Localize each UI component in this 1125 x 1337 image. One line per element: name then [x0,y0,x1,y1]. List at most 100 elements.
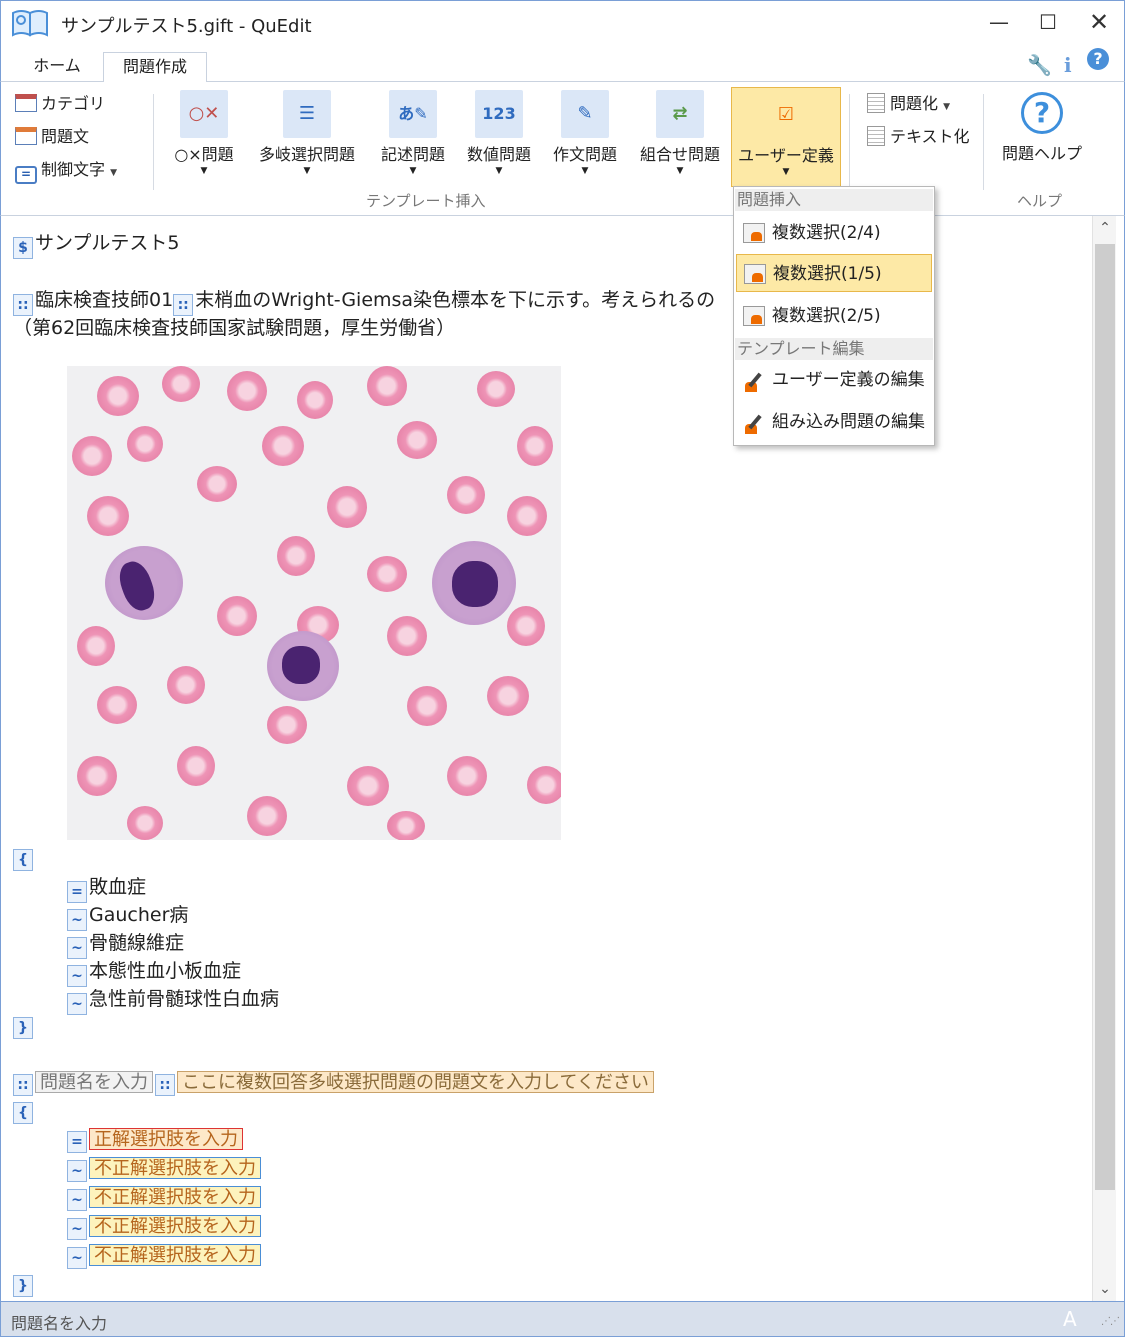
title-bar: サンプルテスト5.gift - QuEdit — ☐ ✕ [0,0,1125,44]
minimize-button[interactable]: — [979,7,1019,37]
menu-item-edit-user-defined[interactable]: ユーザー定義の編集 [736,361,932,399]
ribbon-separator [983,94,984,190]
question1-source: （第62回臨床検査技師国家試験問題，厚生労働省） [13,317,456,339]
answer-wrong-line[interactable]: ~ Gaucher病 [67,900,188,931]
convert-question-label: 問題化 [890,94,939,113]
answer-block-close[interactable]: } [13,1270,35,1297]
multi-choice-label: 多岐選択問題 [258,145,355,164]
numeric-question-button[interactable]: 123 数値問題 ▼ [459,90,539,186]
help-icon[interactable]: ? [1087,48,1109,70]
answer-wrong: Gaucher病 [89,904,189,926]
matching-question-button[interactable]: ⇄ 組合せ問題 ▼ [633,90,727,186]
document-edit-icon: ✎ [561,90,609,138]
menu-item-multi-select-1-5[interactable]: 複数選択(1/5) [736,254,932,292]
category-label: カテゴリ [41,94,106,113]
window-title: サンプルテスト5.gift - QuEdit [61,16,312,37]
question-help-label: 問題ヘルプ [1001,144,1082,163]
wrong-placeholder-line[interactable]: ~ 不正解選択肢を入力 [67,1242,261,1269]
descriptive-question-button[interactable]: あ✎ 記述問題 ▼ [373,90,453,186]
menu-item-multi-select-2-5[interactable]: 複数選択(2/5) [736,297,932,335]
scroll-down-icon[interactable]: ⌄ [1093,1281,1117,1297]
scroll-up-icon[interactable]: ⌃ [1093,220,1117,236]
window-border [1116,216,1125,1301]
answer-block-close[interactable]: } [13,1012,35,1039]
resize-grip-icon[interactable]: ⋰⋰ [1101,1316,1120,1327]
question-help-button[interactable]: ? 問題ヘルプ [997,90,1087,164]
wrong-placeholder-line[interactable]: ~ 不正解選択肢を入力 [67,1184,261,1211]
wrong-answer-placeholder[interactable]: 不正解選択肢を入力 [89,1244,261,1266]
equals-marker: = [67,1131,87,1153]
question1-line[interactable]: :: 臨床検査技師01:: 末梢血のWright-Giemsa染色標本を下に示す。考… [13,285,715,316]
info-icon[interactable]: i [1064,53,1072,77]
composition-label: 作文問題 [552,145,617,164]
wrong-placeholder-line[interactable]: ~ 不正解選択肢を入力 [67,1213,261,1240]
answer-wrong-line[interactable]: ~ 本態性血小板血症 [67,956,241,987]
vertical-scrollbar[interactable]: ⌃ ⌄ [1092,216,1116,1301]
answer-block-open[interactable]: { [13,1097,35,1124]
tilde-marker: ~ [67,1160,87,1182]
tab-question-create[interactable]: 問題作成 [103,52,207,83]
status-text: 問題名を入力 [11,1314,108,1333]
category-button[interactable]: カテゴリ [15,90,105,118]
category-icon [15,94,37,112]
numeric-label: 数値問題 [466,145,531,164]
question-help-icon: ? [1021,92,1063,134]
user-defined-dropdown-menu: 問題挿入 複数選択(2/4) 複数選択(1/5) 複数選択(2/5) テンプレー… [733,186,935,446]
menu-item-label: 複数選択(2/4) [772,223,881,243]
wrong-answer-placeholder[interactable]: 不正解選択肢を入力 [89,1157,261,1179]
chevron-down-icon: ▼ [943,102,951,112]
answer-correct-line[interactable]: = 敗血症 [67,872,146,903]
question1-name: 臨床検査技師01 [35,289,174,311]
truefalse-label: ○×問題 [174,145,234,164]
convert-text-button[interactable]: テキスト化 [867,123,970,151]
question-text-placeholder[interactable]: ここに複数回答多岐選択問題の問題文を入力してください [177,1071,654,1093]
composition-question-button[interactable]: ✎ 作文問題 ▼ [545,90,625,186]
brace-open-marker: { [13,1102,33,1124]
brace-open-marker: { [13,849,33,871]
menu-item-multi-select-2-4[interactable]: 複数選択(2/4) [736,214,932,252]
answer-wrong: 本態性血小板血症 [89,960,242,982]
chevron-down-icon: ▼ [200,166,208,176]
colon-marker: :: [13,1074,33,1096]
group-label-template: テンプレート挿入 [366,192,486,210]
truefalse-icon: ○✕ [180,90,228,138]
matching-icon: ⇄ [656,90,704,138]
menu-header-insert: 問題挿入 [735,189,933,211]
wrong-answer-placeholder[interactable]: 不正解選択肢を入力 [89,1186,261,1208]
equals-icon: = [15,166,37,184]
quedit-app-icon [12,10,48,37]
wrong-placeholder-line[interactable]: ~ 不正解選択肢を入力 [67,1155,261,1182]
tab-home[interactable]: ホーム [19,52,95,82]
user-defined-button[interactable]: ☑ ユーザー定義 ▼ [731,87,841,187]
answer-wrong-line[interactable]: ~ 急性前骨髄球性白血病 [67,984,279,1015]
correct-answer-placeholder[interactable]: 正解選択肢を入力 [89,1128,243,1150]
close-button[interactable]: ✕ [1079,7,1119,37]
truefalse-question-button[interactable]: ○✕ ○×問題 ▼ [161,90,247,186]
question2-line[interactable]: :: 問題名を入力:: ここに複数回答多岐選択問題の問題文を入力してください [13,1069,654,1096]
title-line[interactable]: $ サンプルテスト5 [13,228,180,259]
chevron-down-icon: ▼ [782,167,790,177]
scroll-thumb[interactable] [1095,244,1115,1190]
control-char-label: 制御文字 [41,160,106,179]
question-text-button[interactable]: 問題文 [15,123,89,151]
wrong-answer-placeholder[interactable]: 不正解選択肢を入力 [89,1215,261,1237]
text-icon [867,126,885,146]
answer-block-open[interactable]: { [13,844,35,871]
question1-text: 末梢血のWright-Giemsa染色標本を下に示す。考えられるの [195,289,716,311]
multi-choice-button[interactable]: ☰ 多岐選択問題 ▼ [251,90,363,186]
convert-question-button[interactable]: 問題化 ▼ [867,90,950,118]
list-icon: ☰ [283,90,331,138]
control-char-button[interactable]: = 制御文字 ▼ [15,156,117,184]
answer-wrong: 骨髄線維症 [89,932,185,954]
wrench-icon[interactable]: 🔧 [1027,53,1052,77]
blood-smear-image [67,366,561,840]
menu-item-label: 複数選択(1/5) [773,264,882,284]
user-defined-label: ユーザー定義 [738,146,834,165]
chevron-down-icon: ▼ [495,166,503,176]
tilde-marker: ~ [67,1189,87,1211]
question-name-placeholder[interactable]: 問題名を入力 [35,1071,153,1093]
maximize-button[interactable]: ☐ [1028,7,1068,37]
correct-placeholder-line[interactable]: = 正解選択肢を入力 [67,1126,243,1153]
answer-wrong-line[interactable]: ~ 骨髄線維症 [67,928,184,959]
menu-item-edit-builtin[interactable]: 組み込み問題の編集 [736,403,932,441]
